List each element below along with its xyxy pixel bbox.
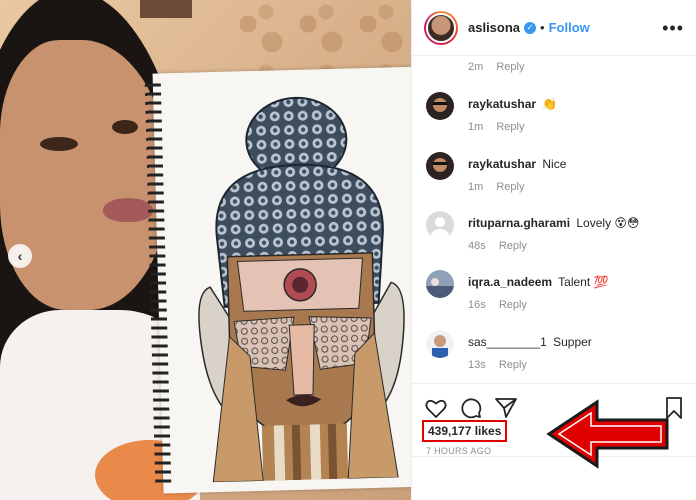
reply-button[interactable]: Reply bbox=[499, 299, 527, 311]
heart-icon[interactable] bbox=[424, 396, 448, 420]
comment-text: Supper bbox=[553, 335, 592, 349]
eye bbox=[40, 137, 78, 151]
lips bbox=[103, 198, 153, 222]
face-emoji-icon: 😵😳 bbox=[614, 216, 640, 230]
comment-body: sas________1 Supper bbox=[468, 335, 683, 349]
comment-meta: 48s Reply bbox=[468, 240, 527, 252]
comment-time: 1m bbox=[468, 181, 484, 193]
comment-meta: 13s Reply bbox=[468, 359, 527, 371]
reply-button[interactable]: Reply bbox=[496, 61, 524, 73]
comment-time: 16s bbox=[468, 299, 486, 311]
comment-username[interactable]: raykatushar bbox=[468, 97, 536, 111]
comment-text: Lovely bbox=[576, 216, 612, 230]
reply-button[interactable]: Reply bbox=[496, 181, 524, 193]
comment-username[interactable]: iqra.a_nadeem bbox=[468, 275, 552, 289]
avatar[interactable] bbox=[426, 92, 454, 120]
comment-meta: 2m Reply bbox=[468, 61, 524, 73]
comment-icon[interactable] bbox=[459, 396, 483, 420]
comment-body: iqra.a_nadeem Talent 💯 bbox=[468, 275, 683, 289]
arrow-annotation bbox=[546, 399, 669, 469]
avatar[interactable] bbox=[426, 330, 454, 358]
post-username[interactable]: aslisona bbox=[468, 20, 520, 35]
comment-time: 13s bbox=[468, 359, 486, 371]
sketchbook bbox=[144, 66, 411, 494]
post-photo[interactable]: ‹ bbox=[0, 0, 411, 500]
likes-count[interactable]: 439,177 likes bbox=[422, 420, 508, 442]
story-ring[interactable] bbox=[424, 10, 458, 45]
comments-list[interactable]: 2m Reply raykatushar 👏 1m Reply raykatus… bbox=[412, 57, 696, 383]
more-icon[interactable]: ••• bbox=[662, 19, 684, 37]
post-timestamp: 7 HOURS AGO bbox=[426, 446, 492, 456]
wall-frame bbox=[140, 0, 192, 18]
comment-text: Talent bbox=[558, 275, 591, 289]
avatar[interactable] bbox=[426, 270, 454, 298]
follow-button[interactable]: Follow bbox=[549, 20, 590, 35]
heart-emoji-icon: 💯 bbox=[593, 275, 609, 289]
comment-meta: 1m Reply bbox=[468, 121, 524, 133]
avatar-image bbox=[426, 330, 454, 358]
chevron-left-icon: ‹ bbox=[17, 248, 23, 264]
comment-time: 2m bbox=[468, 61, 484, 73]
comment-username[interactable]: rituparna.gharami bbox=[468, 216, 570, 230]
avatar-image bbox=[426, 92, 454, 120]
comment-time: 48s bbox=[468, 240, 486, 252]
carousel-prev-button[interactable]: ‹ bbox=[8, 244, 32, 268]
comment-username[interactable]: raykatushar bbox=[468, 157, 536, 171]
comment-username[interactable]: sas________1 bbox=[468, 335, 547, 349]
comment-time: 1m bbox=[468, 121, 484, 133]
avatar[interactable] bbox=[426, 12, 456, 43]
avatar-image bbox=[426, 211, 454, 239]
comment-text: Nice bbox=[542, 157, 567, 171]
comment-meta: 16s Reply bbox=[468, 299, 527, 311]
buddha-drawing bbox=[198, 96, 405, 483]
avatar[interactable] bbox=[426, 211, 454, 239]
reply-button[interactable]: Reply bbox=[499, 359, 527, 371]
separator-dot: • bbox=[540, 20, 545, 35]
post-header: aslisona ✓ • Follow ••• bbox=[412, 0, 696, 56]
comment-meta: 1m Reply bbox=[468, 181, 524, 193]
eye bbox=[112, 120, 138, 134]
comment-body: rituparna.gharami Lovely 😵😳 bbox=[468, 216, 683, 230]
comment-body: raykatushar 👏 bbox=[468, 97, 683, 111]
clapping-hands-icon: 👏 bbox=[542, 97, 558, 111]
reply-button[interactable]: Reply bbox=[499, 240, 527, 252]
avatar-image bbox=[426, 270, 454, 298]
avatar[interactable] bbox=[426, 152, 454, 180]
comment-body: raykatushar Nice bbox=[468, 157, 683, 171]
share-icon[interactable] bbox=[494, 396, 518, 420]
verified-icon: ✓ bbox=[524, 21, 537, 34]
avatar-image bbox=[426, 152, 454, 180]
reply-button[interactable]: Reply bbox=[496, 121, 524, 133]
